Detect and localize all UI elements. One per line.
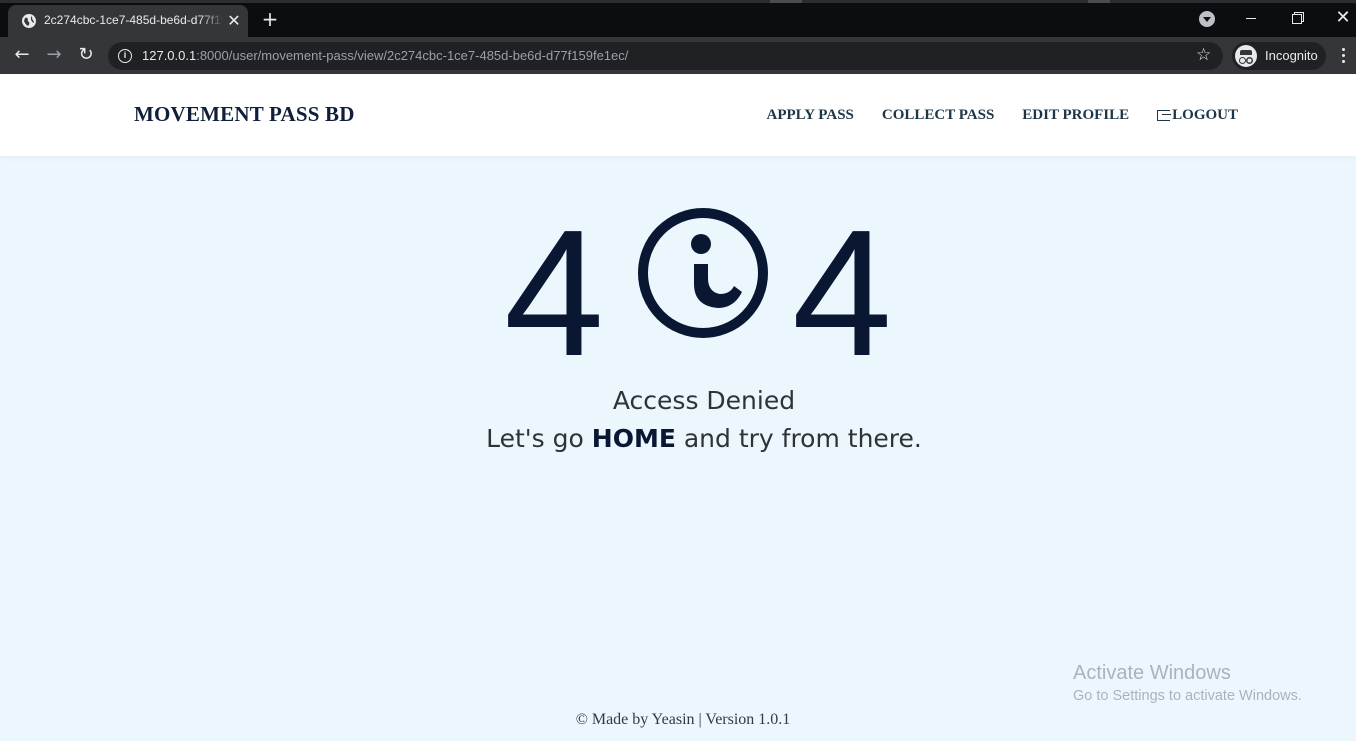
- incognito-label: Incognito: [1265, 48, 1318, 63]
- url-text[interactable]: 127.0.0.1:8000/user/movement-pass/view/2…: [142, 48, 628, 63]
- browser-toolbar: ← → ↻ i 127.0.0.1:8000/user/movement-pas…: [0, 37, 1356, 74]
- site-brand[interactable]: MOVEMENT PASS BD: [134, 102, 355, 127]
- restore-window-button[interactable]: [1284, 6, 1310, 30]
- logout-icon: [1157, 110, 1172, 121]
- error-message-suffix: and try from there.: [675, 424, 922, 453]
- watermark-title: Activate Windows: [1073, 662, 1231, 684]
- minimize-window-button[interactable]: [1238, 6, 1264, 30]
- site-info-icon[interactable]: i: [118, 49, 132, 63]
- error-digit-left: 4: [504, 193, 605, 394]
- site-footer: © Made by Yeasin | Version 1.0.1: [575, 711, 791, 728]
- error-message-prefix: Let's go: [486, 424, 592, 453]
- site-navbar: MOVEMENT PASS BD APPLY PASS COLLECT PASS…: [0, 74, 1356, 156]
- logout-label: LOGOUT: [1172, 107, 1238, 123]
- browser-tab-active[interactable]: 2c274cbc-1ce7-485d-be6d-d77f159fe1ec ✕: [8, 5, 248, 37]
- tab-strip-top-edge: [0, 0, 1356, 3]
- url-host: 127.0.0.1: [142, 48, 197, 63]
- error-404-graphic: 4 4: [0, 196, 1356, 384]
- nav-links: APPLY PASS COLLECT PASS EDIT PROFILE LOG…: [739, 107, 1239, 124]
- reload-icon[interactable]: ↻: [74, 43, 98, 67]
- watermark-subtitle: Go to Settings to activate Windows.: [1073, 688, 1302, 704]
- address-bar[interactable]: i 127.0.0.1:8000/user/movement-pass/view…: [108, 42, 1223, 70]
- nav-link-apply-pass[interactable]: APPLY PASS: [767, 107, 854, 124]
- close-window-button[interactable]: ✕: [1330, 6, 1356, 30]
- error-message: Let's go HOME and try from there.: [0, 424, 1356, 453]
- tab-strip-marker: [1088, 0, 1110, 3]
- windows-activation-watermark: Activate Windows Go to Settings to activ…: [1073, 662, 1302, 704]
- star-icon[interactable]: ☆: [1196, 45, 1211, 65]
- globe-icon: [22, 14, 36, 28]
- main-content: 4 4 Access Denied Let's go HOME and try …: [0, 156, 1356, 741]
- incognito-icon: [1235, 45, 1257, 67]
- arrow-left-icon[interactable]: ←: [10, 43, 34, 67]
- arrow-right-icon[interactable]: →: [42, 43, 66, 67]
- tab-search-icon[interactable]: [1199, 11, 1215, 27]
- tab-title-fade: [200, 11, 224, 31]
- close-tab-icon[interactable]: ✕: [224, 11, 244, 31]
- tab-title: 2c274cbc-1ce7-485d-be6d-d77f159fe1ec: [44, 13, 222, 27]
- nav-link-logout[interactable]: LOGOUT: [1157, 107, 1238, 124]
- nav-link-edit-profile[interactable]: EDIT PROFILE: [1022, 107, 1129, 124]
- url-path: :8000/user/movement-pass/view/2c274cbc-1…: [196, 48, 629, 63]
- browser-menu-icon[interactable]: [1336, 45, 1352, 67]
- tab-strip-marker: [770, 0, 802, 3]
- error-digit-right: 4: [792, 193, 893, 394]
- new-tab-button[interactable]: +: [258, 7, 282, 31]
- question-circle-icon: [638, 208, 768, 338]
- incognito-badge[interactable]: Incognito: [1232, 42, 1326, 70]
- error-title: Access Denied: [612, 386, 796, 415]
- browser-tab-strip: 2c274cbc-1ce7-485d-be6d-d77f159fe1ec ✕ +…: [0, 0, 1356, 37]
- nav-link-collect-pass[interactable]: COLLECT PASS: [882, 107, 994, 124]
- home-link[interactable]: HOME: [592, 424, 676, 453]
